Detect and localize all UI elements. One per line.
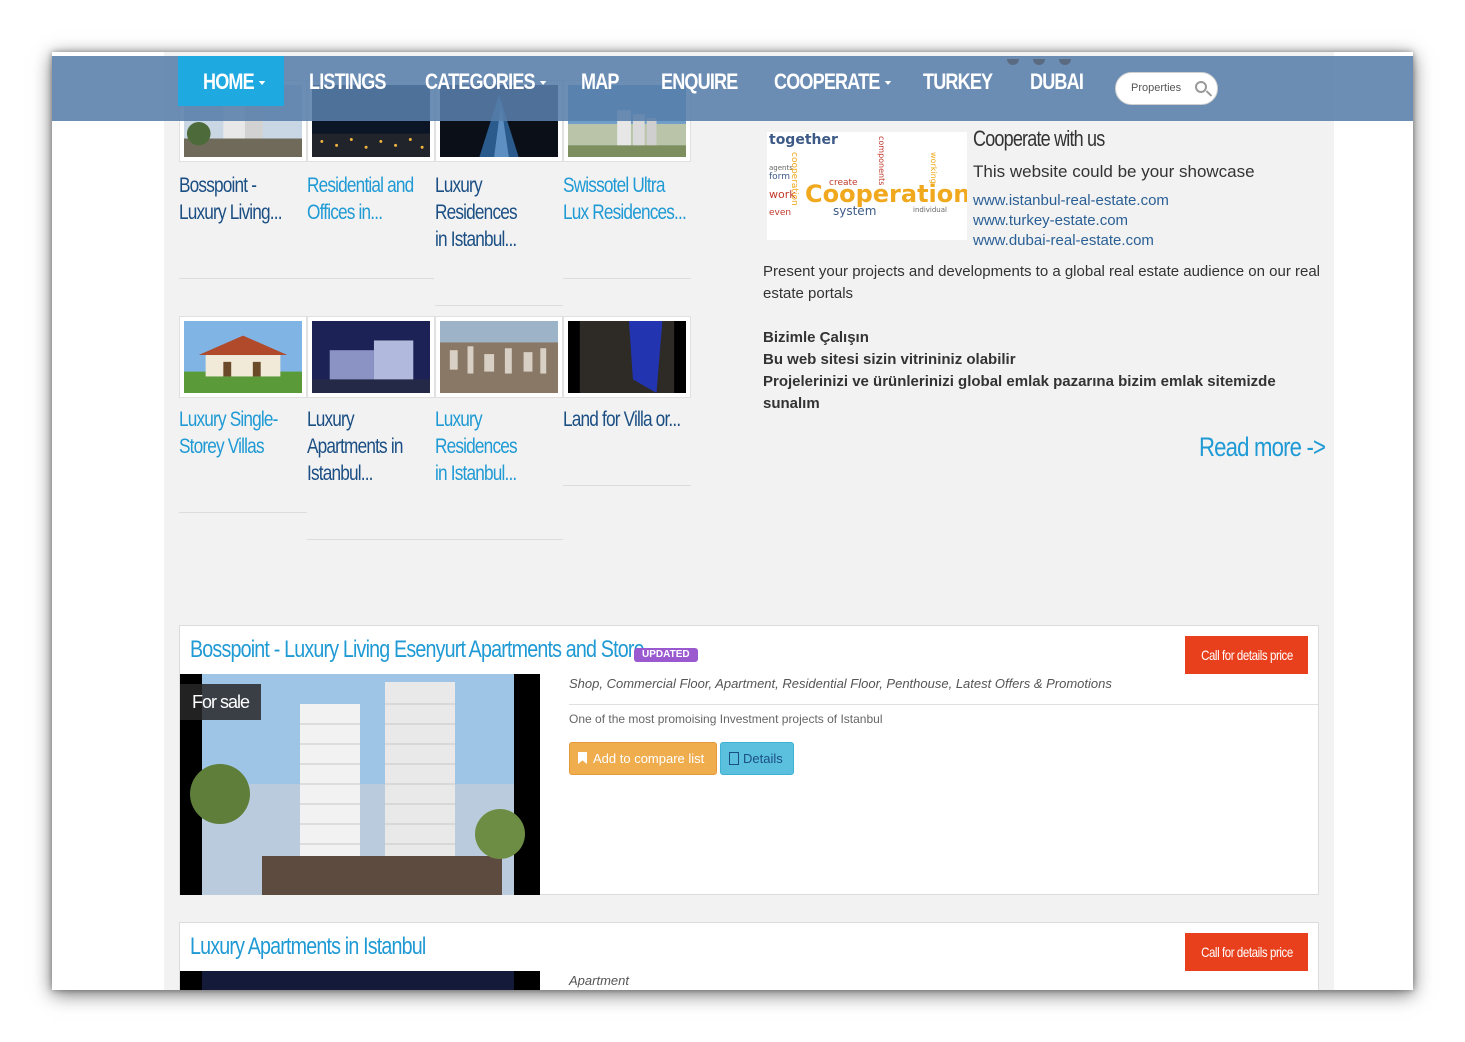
nav-map[interactable]: MAP (581, 56, 619, 106)
thumb-title[interactable]: Luxury Residences in Istanbul... (435, 172, 525, 253)
thumb-image[interactable] (563, 316, 691, 398)
divider (569, 704, 1318, 705)
listing-card: Luxury Apartments in Istanbul Call for d… (179, 922, 1319, 990)
listing-image[interactable]: For sale (180, 674, 540, 895)
cooperation-word-cloud-image: together Cooperation system create form … (767, 132, 967, 240)
cooperate-tr-line: Bu web sitesi sizin vitrininiz olabilir (763, 351, 1016, 368)
add-to-compare-button[interactable]: Add to compare list (569, 742, 717, 775)
listing-card: Bosspoint - Luxury Living Esenyurt Apart… (179, 625, 1319, 895)
divider (307, 539, 563, 540)
thumb-image[interactable] (435, 316, 563, 398)
cooperate-description: Present your projects and developments t… (763, 263, 1321, 302)
thumb-title[interactable]: Luxury Single-Storey Villas (179, 406, 302, 460)
search-icon[interactable] (1195, 81, 1207, 93)
thumb-title[interactable]: Luxury Residences in Istanbul... (435, 406, 525, 487)
thumb-image[interactable] (307, 316, 435, 398)
price-button[interactable]: Call for details price (1185, 636, 1308, 674)
search-placeholder: Properties (1131, 82, 1182, 94)
caret-down-icon (884, 81, 892, 86)
nav-enquire[interactable]: ENQUIRE (661, 56, 738, 106)
nav-cooperate[interactable]: COOPERATE (774, 56, 892, 106)
caret-down-icon (258, 81, 266, 86)
link-dubai[interactable]: www.dubai-real-estate.com (973, 232, 1154, 249)
divider (563, 278, 691, 279)
nav-categories[interactable]: CATEGORIES (425, 56, 547, 106)
listing-description: One of the most promoising Investment pr… (569, 712, 883, 726)
divider (179, 278, 434, 279)
thumb-image[interactable] (179, 316, 307, 398)
bookmark-icon (578, 752, 587, 764)
browser-window: HOME LISTINGS CATEGORIES MAP ENQUIRE COO… (52, 52, 1413, 990)
main-navbar: HOME LISTINGS CATEGORIES MAP ENQUIRE COO… (52, 56, 1413, 121)
listing-title[interactable]: Luxury Apartments in Istanbul (190, 933, 426, 961)
file-icon (729, 752, 739, 765)
cooperate-title: Cooperate with us (973, 126, 1105, 151)
divider (179, 512, 307, 513)
updated-badge: UPDATED (634, 648, 698, 662)
slider-dot[interactable] (1059, 59, 1071, 65)
price-button[interactable]: Call for details price (1185, 933, 1308, 971)
nav-home[interactable]: HOME (203, 56, 266, 106)
thumb-title[interactable]: Luxury Apartments in Istanbul... (307, 406, 414, 487)
divider (435, 305, 563, 306)
caret-down-icon (539, 81, 547, 86)
listing-categories: Shop, Commercial Floor, Apartment, Resid… (569, 676, 1112, 691)
link-turkey[interactable]: www.turkey-estate.com (973, 212, 1128, 229)
slider-dot[interactable] (1007, 59, 1019, 65)
cooperate-tr-line: Projelerinizi ve ürünlerinizi global eml… (763, 373, 1276, 412)
divider (563, 485, 691, 486)
cooperate-subtitle: This website could be your showcase (973, 162, 1255, 181)
slider-dot[interactable] (1033, 59, 1045, 65)
slider-dots (1007, 52, 1085, 70)
link-istanbul[interactable]: www.istanbul-real-estate.com (973, 192, 1169, 209)
search-input[interactable]: Properties (1115, 72, 1218, 105)
listing-title[interactable]: Bosspoint - Luxury Living Esenyurt Apart… (190, 636, 645, 664)
listing-image[interactable] (180, 971, 540, 990)
cooperate-tr-heading: Bizimle Çalışın (763, 329, 869, 346)
nav-listings[interactable]: LISTINGS (309, 56, 386, 106)
nav-turkey[interactable]: TURKEY (923, 56, 993, 106)
thumb-title[interactable]: Bosspoint - Luxury Living... (179, 172, 302, 226)
read-more-link[interactable]: Read more -> (1199, 432, 1326, 463)
listing-categories: Apartment (569, 973, 629, 988)
thumb-title[interactable]: Swissotel Ultra Lux Residences... (563, 172, 687, 226)
details-button[interactable]: Details (720, 742, 794, 775)
thumb-title[interactable]: Land for Villa or... (563, 406, 686, 433)
for-sale-label: For sale (180, 684, 262, 720)
thumb-title[interactable]: Residential and Offices in... (307, 172, 430, 226)
